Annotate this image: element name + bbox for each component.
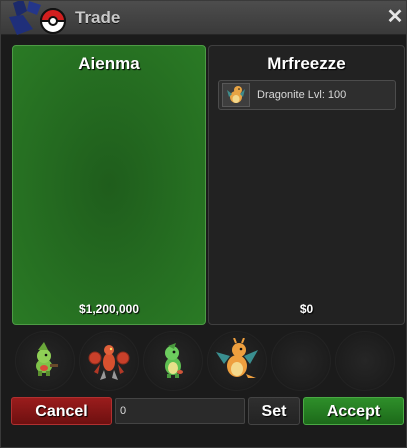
window-title: Trade	[75, 8, 121, 27]
title-bar[interactable]: Trade ✕	[1, 1, 406, 35]
my-offer-panel: Aienma $1,200,000	[12, 45, 206, 325]
party-slot-1[interactable]	[15, 331, 75, 391]
party-slot-4[interactable]	[207, 331, 267, 391]
party-pokemon-row	[15, 331, 405, 391]
my-player-name: Aienma	[78, 54, 140, 73]
trade-window: Trade ✕ Aienma $1,200,000 Mrfreezze Drag…	[0, 0, 407, 448]
party-slot-3[interactable]	[143, 331, 203, 391]
my-offer-money: $1,200,000	[78, 302, 140, 316]
accept-button[interactable]: Accept	[303, 397, 404, 425]
party-slot-2[interactable]	[79, 331, 139, 391]
partner-offer-money: $0	[299, 302, 314, 316]
pokeball-logo-icon	[9, 1, 67, 35]
partner-offer-panel: Mrfreezze Dragonite Lvl: 100 $0	[208, 45, 405, 325]
set-money-button[interactable]: Set	[248, 397, 300, 425]
party-slot-5-empty[interactable]	[271, 331, 331, 391]
cancel-button[interactable]: Cancel	[11, 397, 112, 425]
grass-pokemon-sprite-icon	[165, 343, 183, 378]
larvitar-sprite-icon	[36, 342, 58, 376]
offer-item-dragonite[interactable]: Dragonite Lvl: 100	[218, 80, 396, 110]
dragonite-sprite-icon	[216, 338, 258, 378]
offer-item-label: Dragonite Lvl: 100	[257, 89, 347, 101]
party-slot-6-empty[interactable]	[335, 331, 395, 391]
scizor-sprite-icon	[88, 345, 130, 380]
close-icon[interactable]: ✕	[386, 7, 404, 27]
partner-player-name: Mrfreezze	[267, 54, 346, 73]
dragonite-sprite-icon	[222, 83, 250, 107]
money-amount-input[interactable]	[115, 398, 245, 424]
trade-action-bar: Cancel Set Accept	[1, 395, 407, 429]
